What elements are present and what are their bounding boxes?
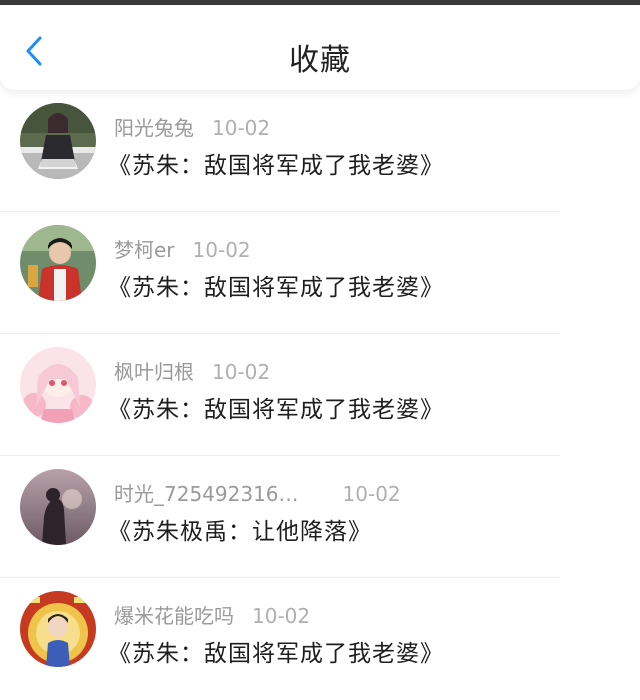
item-meta: 时光_725492316… 10-02 xyxy=(114,478,401,507)
avatar[interactable] xyxy=(20,347,96,423)
username[interactable]: 枫叶归根 xyxy=(114,360,194,384)
list-item[interactable]: 时光_725492316… 10-02 《苏朱极禹：让他降落》 xyxy=(0,456,640,578)
avatar[interactable] xyxy=(20,591,96,667)
nav-header: 收藏 xyxy=(0,5,640,90)
item-meta: 枫叶归根 10-02 xyxy=(114,356,270,385)
item-meta: 梦柯er 10-02 xyxy=(114,234,251,263)
list-item[interactable]: 枫叶归根 10-02 《苏朱：敌国将军成了我老婆》 xyxy=(0,334,640,456)
avatar[interactable] xyxy=(20,225,96,301)
username[interactable]: 爆米花能吃吗 xyxy=(114,604,234,628)
book-title[interactable]: 《苏朱极禹：让他降落》 xyxy=(108,512,372,546)
username[interactable]: 梦柯er xyxy=(114,238,175,262)
username[interactable]: 时光_725492316… xyxy=(114,482,299,506)
item-date: 10-02 xyxy=(192,238,251,262)
avatar[interactable] xyxy=(20,103,96,179)
username[interactable]: 阳光兔兔 xyxy=(114,116,194,140)
book-title[interactable]: 《苏朱：敌国将军成了我老婆》 xyxy=(108,268,444,302)
item-date: 10-02 xyxy=(212,116,271,140)
item-date: 10-02 xyxy=(342,482,401,506)
item-meta: 阳光兔兔 10-02 xyxy=(114,112,270,141)
avatar[interactable] xyxy=(20,469,96,545)
list-item[interactable]: 梦柯er 10-02 《苏朱：敌国将军成了我老婆》 xyxy=(0,212,640,334)
book-title[interactable]: 《苏朱：敌国将军成了我老婆》 xyxy=(108,390,444,424)
book-title[interactable]: 《苏朱：敌国将军成了我老婆》 xyxy=(108,634,444,668)
page-title: 收藏 xyxy=(289,43,351,78)
item-meta: 爆米花能吃吗 10-02 xyxy=(114,600,310,629)
favorites-list: 阳光兔兔 10-02 《苏朱：敌国将军成了我老婆》 梦柯er 10-02 《苏朱：敌… xyxy=(0,90,640,700)
item-date: 10-02 xyxy=(252,604,311,628)
item-date: 10-02 xyxy=(212,360,271,384)
list-item[interactable]: 爆米花能吃吗 10-02 《苏朱：敌国将军成了我老婆》 xyxy=(0,578,640,700)
book-title[interactable]: 《苏朱：敌国将军成了我老婆》 xyxy=(108,146,444,180)
list-item[interactable]: 阳光兔兔 10-02 《苏朱：敌国将军成了我老婆》 xyxy=(0,90,640,212)
